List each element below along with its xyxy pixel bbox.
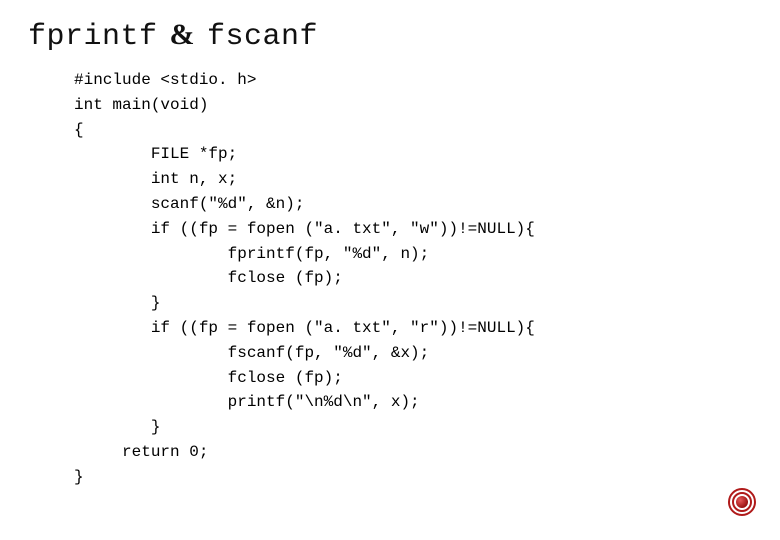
target-icon	[728, 488, 756, 516]
code-block: #include <stdio. h> int main(void) { FIL…	[74, 68, 752, 490]
slide-title: fprintf & fscanf	[28, 18, 752, 54]
title-part-1: fprintf	[28, 20, 158, 54]
title-part-2: fscanf	[207, 20, 318, 54]
title-ampersand: &	[166, 18, 200, 51]
slide: fprintf & fscanf #include <stdio. h> int…	[0, 0, 780, 540]
